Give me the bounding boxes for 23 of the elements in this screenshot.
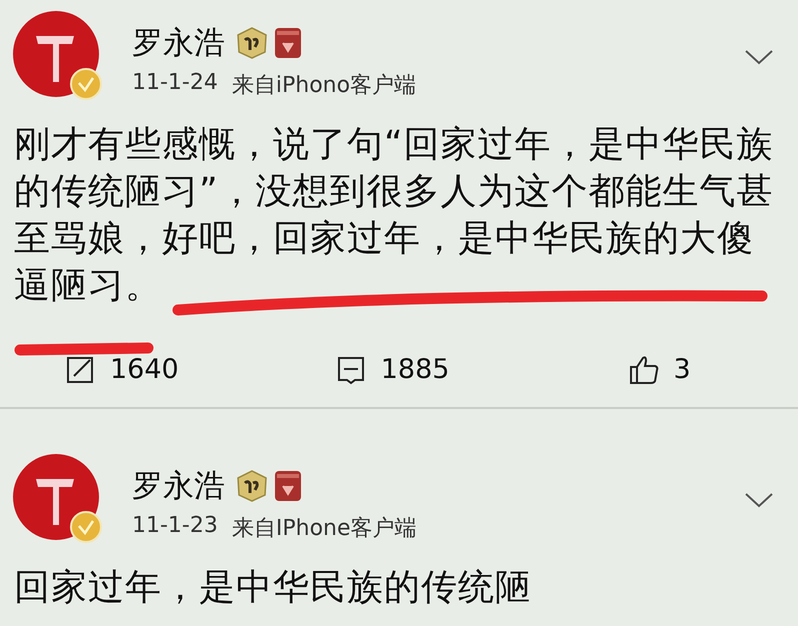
comment-icon (336, 354, 367, 385)
stat-button[interactable]: 1885 (336, 354, 450, 385)
level-badge-icon (235, 469, 269, 503)
author-name[interactable]: 罗永浩 (132, 22, 225, 64)
thumbs-up-icon (629, 354, 660, 385)
member-badge-icon (273, 26, 303, 60)
post-text-line: 逼陋习。 (14, 267, 162, 305)
post-source: 来自IPhone客户端 (232, 515, 417, 543)
chevron-down-icon[interactable] (744, 491, 774, 509)
member-badge-icon (273, 469, 303, 503)
stat-button[interactable]: 1640 (66, 354, 179, 385)
post-time: 11-1-24 (132, 70, 218, 97)
post-text-line: 的传统陋习”，没想到很多人为这个都能生气甚 (14, 173, 774, 211)
post-text-line: 至骂娘，好吧，回家过年，是中华民族的大傻 (14, 220, 754, 258)
post-time: 11-1-23 (132, 513, 218, 540)
repost-icon (66, 354, 96, 385)
stat-button[interactable]: 3 (629, 354, 691, 385)
chevron-down-icon[interactable] (744, 48, 774, 66)
post-text-line: 刚才有些感慨，说了句“回家过年，是中华民族 (14, 126, 774, 164)
post-text-line: 回家过年，是中华民族的传统陋 (14, 569, 532, 607)
post-source: 来自iPhono客户端 (232, 72, 416, 100)
level-badge-icon (235, 26, 269, 60)
author-name[interactable]: 罗永浩 (132, 465, 225, 507)
